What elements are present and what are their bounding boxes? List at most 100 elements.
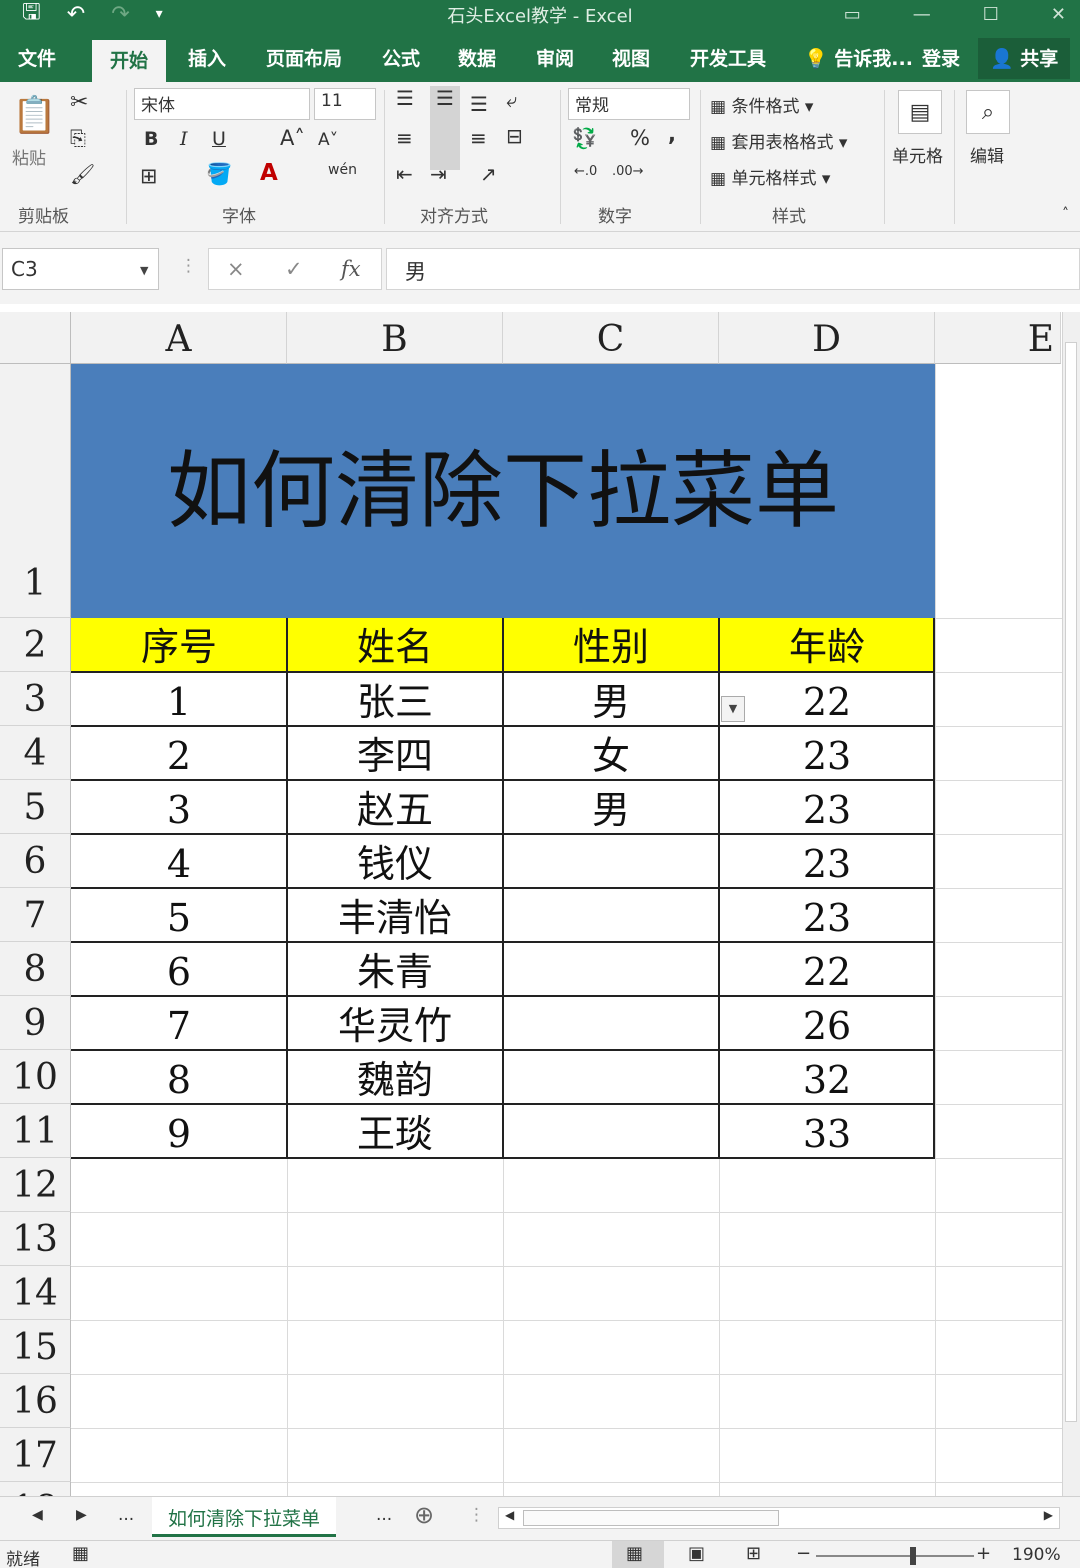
sheet-title-cell[interactable]: 如何清除下拉菜单 [71,364,935,618]
row-header[interactable]: 14 [0,1266,71,1320]
data-cell[interactable]: 6 [71,942,287,996]
column-header-e[interactable]: E [935,312,1061,364]
sign-in-link[interactable]: 登录 [922,44,960,71]
header-cell-no[interactable]: 序号 [71,618,287,672]
data-cell[interactable]: 魏韵 [287,1050,503,1104]
column-header-c[interactable]: C [503,312,719,364]
cells-button[interactable]: 单元格 [892,142,943,167]
enter-icon[interactable]: ✓ [285,257,303,281]
zoom-out-icon[interactable]: − [796,1543,811,1564]
scroll-right-icon[interactable]: ▶ [1044,1508,1053,1522]
cells-icon[interactable]: ▤ [898,90,942,134]
orientation-icon[interactable]: ↗ [480,162,497,186]
data-cell[interactable]: 22 [719,672,935,726]
font-name-select[interactable]: 宋体 [134,88,310,120]
data-cell[interactable] [503,942,719,996]
row-header[interactable]: 12 [0,1158,71,1212]
worksheet-grid[interactable]: A B C D E 1 2 3 4 5 6 7 8 9 10 11 12 13 … [0,304,1080,1496]
number-format-select[interactable]: 常规 [568,88,690,120]
decrease-decimal-icon[interactable]: .00→ [612,164,644,179]
header-cell-age[interactable]: 年龄 [719,618,935,672]
row-header[interactable]: 1 [0,364,71,618]
comma-button[interactable]: , [668,122,676,146]
data-cell[interactable]: 33 [719,1104,935,1158]
vertical-scroll-thumb[interactable] [1065,342,1077,1422]
align-top-icon[interactable]: ☰ [396,86,414,110]
font-color-icon[interactable]: A [260,160,278,186]
data-cell[interactable]: 5 [71,888,287,942]
decrease-indent-icon[interactable]: ⇤ [396,162,413,186]
data-cell[interactable]: 23 [719,834,935,888]
name-box[interactable]: C3 [2,248,159,290]
cancel-icon[interactable]: × [227,257,245,281]
copy-icon[interactable]: ⎘ [70,126,86,150]
align-middle-icon[interactable]: ☰ [430,86,460,170]
data-cell[interactable]: 丰清怡 [287,888,503,942]
tab-formulas[interactable]: 公式 [382,44,420,71]
tab-file[interactable]: 文件 [18,44,56,71]
data-cell[interactable]: 32 [719,1050,935,1104]
data-cell[interactable] [503,996,719,1050]
increase-decimal-icon[interactable]: ←.0 [574,164,597,179]
data-cell[interactable]: 26 [719,996,935,1050]
data-cell[interactable]: 23 [719,726,935,780]
share-button[interactable]: 👤 共享 [978,38,1071,79]
row-header[interactable]: 3 [0,672,71,726]
editing-button[interactable]: 编辑 [970,142,1004,167]
data-cell[interactable] [503,834,719,888]
horizontal-scrollbar[interactable]: ◀ ▶ [498,1507,1060,1529]
prev-sheet-icon[interactable]: ◀ [32,1507,43,1523]
dropdown-arrow-icon[interactable]: ▼ [721,696,745,722]
tab-data[interactable]: 数据 [458,44,496,71]
macro-record-icon[interactable]: ▦ [72,1543,89,1564]
decrease-font-icon[interactable]: A˅ [318,130,338,150]
data-cell[interactable]: 22 [719,942,935,996]
tell-me-box[interactable]: 💡 告诉我... [804,44,913,71]
data-cell[interactable]: 8 [71,1050,287,1104]
underline-button[interactable]: U [212,128,226,150]
selected-cell[interactable]: 男 [503,672,719,726]
add-sheet-icon[interactable]: ⊕ [414,1501,434,1529]
data-cell[interactable]: 23 [719,780,935,834]
currency-icon[interactable]: 💱 [572,126,597,150]
zoom-slider-thumb[interactable] [910,1547,916,1565]
row-header[interactable]: 2 [0,618,71,672]
drag-handle-icon[interactable]: ⋮ [180,256,197,276]
scroll-left-icon[interactable]: ◀ [505,1508,514,1522]
column-header-a[interactable]: A [71,312,287,364]
row-header[interactable]: 13 [0,1212,71,1266]
percent-button[interactable]: % [630,126,650,150]
vertical-scrollbar[interactable] [1062,312,1080,1496]
header-cell-gender[interactable]: 性别 [503,618,719,672]
row-header[interactable]: 10 [0,1050,71,1104]
zoom-slider[interactable] [816,1555,974,1557]
data-cell[interactable]: 7 [71,996,287,1050]
row-header[interactable]: 5 [0,780,71,834]
paste-icon[interactable]: 📋 [12,94,57,136]
align-right-icon[interactable]: ≡ [470,126,487,150]
data-cell[interactable]: 4 [71,834,287,888]
phonetic-icon[interactable]: wén [328,162,357,178]
data-cell[interactable]: 王琰 [287,1104,503,1158]
row-header[interactable]: 7 [0,888,71,942]
tab-review[interactable]: 审阅 [536,44,574,71]
paste-button[interactable]: 粘贴 [12,144,46,169]
split-handle-icon[interactable]: ⋮ [468,1505,485,1525]
row-header[interactable]: 4 [0,726,71,780]
align-left-icon[interactable]: ≡ [396,126,413,150]
data-cell[interactable]: 男 [503,780,719,834]
normal-view-button[interactable]: ▦ [612,1541,664,1568]
increase-font-icon[interactable]: A˄ [280,126,305,150]
maximize-icon[interactable]: ☐ [983,4,999,25]
column-header-b[interactable]: B [287,312,503,364]
insert-function-icon[interactable]: fx [341,257,361,281]
row-header[interactable]: 8 [0,942,71,996]
row-header[interactable]: 18 [0,1482,71,1496]
horizontal-scroll-thumb[interactable] [523,1510,779,1526]
data-cell[interactable]: 1 [71,672,287,726]
data-cell[interactable]: 23 [719,888,935,942]
fill-color-icon[interactable]: 🪣 [206,162,232,187]
align-bottom-icon[interactable]: ☰ [470,92,488,116]
collapse-ribbon-icon[interactable]: ˄ [1062,206,1069,222]
more-sheets-left[interactable]: ... [118,1505,134,1525]
